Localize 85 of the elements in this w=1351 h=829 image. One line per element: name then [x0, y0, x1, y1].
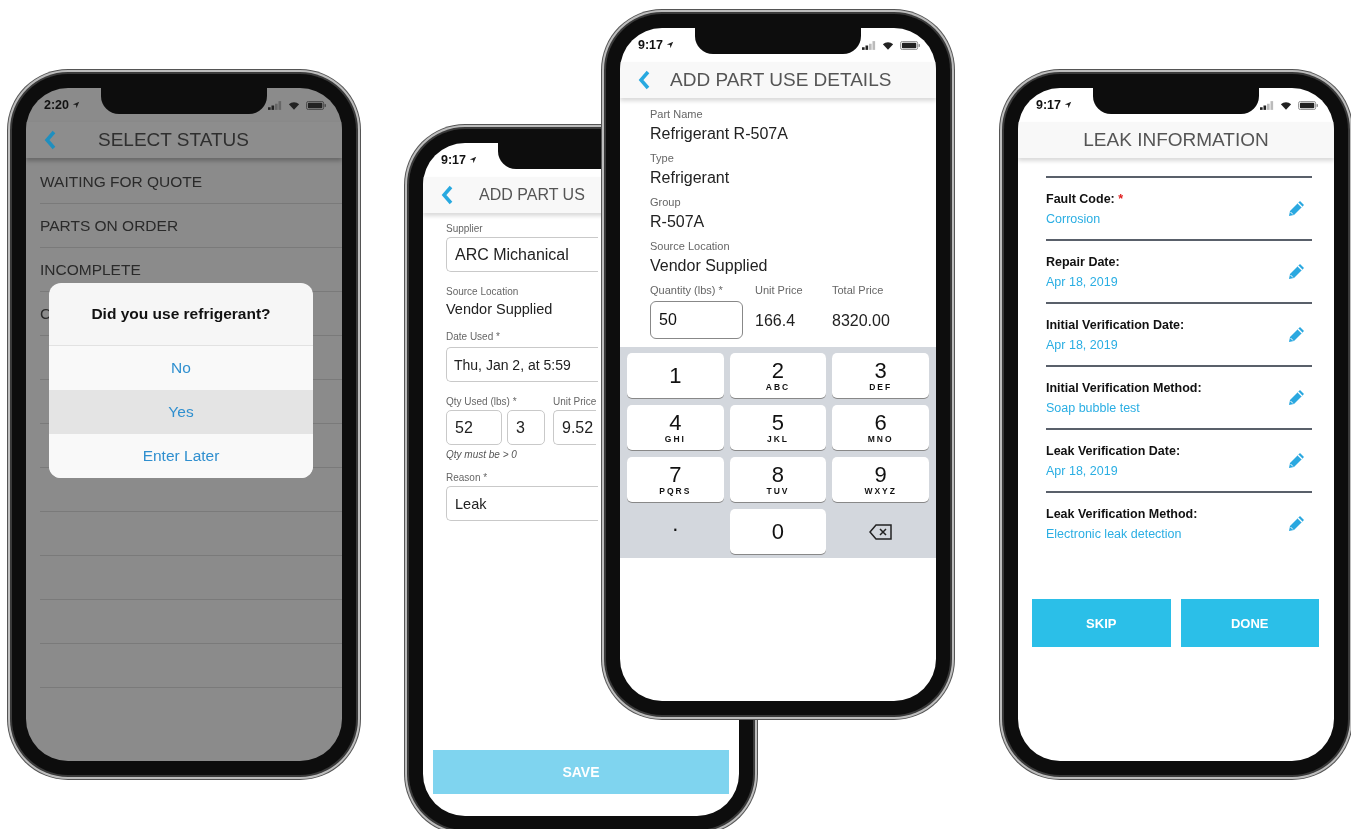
battery-icon: [306, 100, 326, 110]
screen-title: SELECT STATUS: [98, 129, 249, 151]
field-value: Apr 18, 2019: [1046, 274, 1119, 289]
pencil-icon[interactable]: [1286, 450, 1306, 471]
field-label: Fault Code: *: [1046, 191, 1124, 206]
reason-field[interactable]: Leak: [446, 486, 598, 521]
pencil-icon[interactable]: [1286, 513, 1306, 534]
field-label: Source Location: [650, 240, 730, 252]
pencil-icon[interactable]: [1286, 198, 1306, 219]
keypad-key[interactable]: 2 ABC: [729, 353, 827, 398]
keypad-key[interactable]: 8 TUV: [729, 457, 827, 502]
screen-title: ADD PART US: [479, 186, 585, 204]
pencil-icon[interactable]: [1286, 387, 1306, 408]
field-label: Unit Price: [553, 396, 597, 407]
keypad-key[interactable]: 1: [627, 353, 724, 398]
status-time: 9:17: [441, 153, 467, 167]
field-label: Group: [650, 196, 681, 208]
status-option[interactable]: WAITING FOR QUOTE: [40, 172, 203, 191]
field-label: Total Price: [832, 284, 884, 296]
field-label: Repair Date:: [1046, 254, 1120, 269]
location-arrow-icon: [1064, 101, 1073, 109]
unit-price-value: 166.4: [755, 312, 796, 330]
battery-icon: [900, 40, 920, 50]
unit-price-field[interactable]: 9.52: [553, 410, 596, 445]
field-label: Qty Used (lbs) *: [446, 396, 518, 407]
field-label: Initial Verification Method:: [1046, 380, 1202, 395]
field-value: Refrigerant R-507A: [650, 125, 788, 143]
field-label: Type: [650, 152, 674, 164]
quantity-field[interactable]: 3: [507, 410, 545, 445]
pencil-icon[interactable]: [1286, 324, 1306, 345]
screen-title: ADD PART USE DETAILS: [670, 69, 892, 91]
field-label: Initial Verification Date:: [1046, 317, 1185, 332]
field-value: Vendor Supplied: [650, 257, 768, 275]
field-label: Supplier: [446, 223, 483, 234]
keypad-key[interactable]: 3 DEF: [832, 353, 929, 398]
field-value: Apr 18, 2019: [1046, 337, 1119, 352]
keypad-key[interactable]: 9 WXYZ: [832, 457, 929, 502]
backspace-icon[interactable]: [868, 523, 893, 540]
status-time: 9:17: [638, 38, 664, 52]
keypad-key[interactable]: 6 MNO: [832, 405, 929, 450]
dialog-title: Did you use refrigerant?: [91, 305, 271, 323]
field-value: R-507A: [650, 213, 705, 231]
wifi-icon: [288, 100, 300, 110]
decimal-key[interactable]: .: [627, 509, 724, 554]
field-label: Date Used *: [446, 331, 500, 342]
field-value: Refrigerant: [650, 169, 730, 187]
keypad-key[interactable]: 7 PQRS: [627, 457, 724, 502]
location-arrow-icon: [72, 101, 81, 109]
field-label: Source Location: [446, 286, 519, 297]
signal-icon: [268, 100, 282, 110]
keypad-key[interactable]: 5 JKL: [729, 405, 827, 450]
quantity-field[interactable]: 50: [650, 301, 743, 339]
field-label: Quantity (lbs) *: [650, 284, 723, 296]
status-option[interactable]: PARTS ON ORDER: [40, 216, 179, 235]
field-label: Leak Verification Method:: [1046, 506, 1198, 521]
keypad-key[interactable]: 0: [729, 509, 827, 554]
signal-icon: [1260, 100, 1274, 110]
validation-hint: Qty must be > 0: [446, 449, 517, 460]
total-price-value: 8320.00: [832, 312, 890, 330]
keypad-key[interactable]: 4 GHI: [627, 405, 724, 450]
supplier-field[interactable]: ARC Michanical: [446, 237, 598, 272]
field-value: Apr 18, 2019: [1046, 463, 1119, 478]
wifi-icon: [1280, 100, 1292, 110]
field-value: Vendor Supplied: [446, 301, 553, 317]
screen-title: LEAK INFORMATION: [1083, 129, 1269, 151]
pencil-icon[interactable]: [1286, 261, 1306, 282]
field-label: Reason *: [446, 472, 488, 483]
field-label: Leak Verification Date:: [1046, 443, 1181, 458]
status-time: 2:20: [44, 98, 70, 112]
battery-icon: [1298, 100, 1318, 110]
location-arrow-icon: [666, 41, 675, 49]
signal-icon: [862, 40, 876, 50]
quantity-field[interactable]: 52: [446, 410, 502, 445]
field-label: Part Name: [650, 108, 703, 120]
status-option[interactable]: INCOMPLETE: [40, 260, 141, 279]
location-arrow-icon: [469, 156, 478, 164]
back-icon[interactable]: [638, 70, 650, 90]
back-icon[interactable]: [441, 185, 453, 205]
field-value: Soap bubble test: [1046, 400, 1141, 415]
wifi-icon: [882, 40, 894, 50]
status-time: 9:17: [1036, 98, 1062, 112]
field-value: Electronic leak detection: [1046, 526, 1183, 541]
field-value: Corrosion: [1046, 211, 1102, 226]
date-field[interactable]: Thu, Jan 2, at 5:59: [446, 347, 598, 382]
field-label: Unit Price: [755, 284, 803, 296]
